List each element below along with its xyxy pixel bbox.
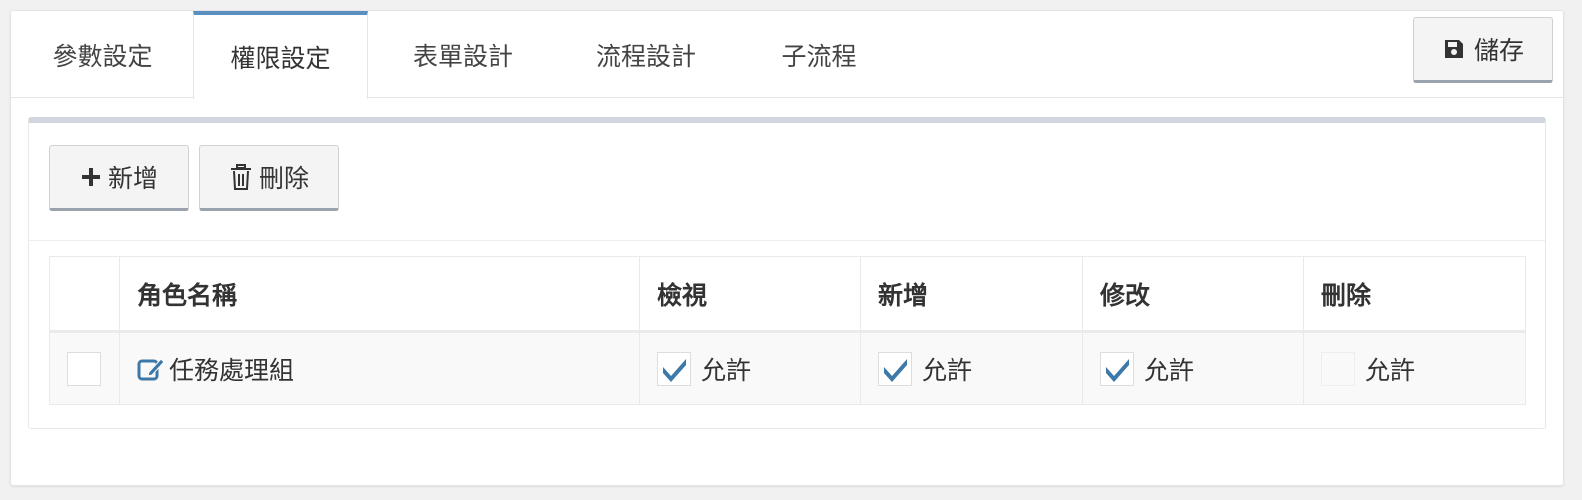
main-card: 參數設定 權限設定 表單設計 流程設計 子流程 儲存 新增 刪除 角色名稱 檢視…: [10, 10, 1564, 486]
edit-permission-checkbox[interactable]: [1100, 351, 1134, 386]
plus-icon: [80, 166, 102, 188]
trash-icon: [229, 164, 253, 190]
tab-label: 子流程: [781, 41, 857, 71]
column-header-role-name: 角色名稱: [119, 256, 640, 333]
save-label: 儲存: [1473, 36, 1524, 65]
view-permission-checkbox[interactable]: [657, 351, 691, 386]
delete-permission-checkbox[interactable]: [1321, 351, 1355, 386]
save-button[interactable]: 儲存: [1413, 17, 1553, 83]
table-header-row: 角色名稱 檢視 新增 修改 刪除: [49, 256, 1526, 333]
floppy-disk-icon: [1442, 37, 1466, 61]
tab-label: 表單設計: [412, 41, 513, 71]
edit-icon: [137, 356, 165, 382]
delete-permission-label: 允許: [1365, 355, 1416, 385]
row-select-cell: [49, 331, 120, 405]
add-permission-label: 允許: [922, 355, 973, 385]
add-permission-cell: 允許: [860, 331, 1083, 405]
edit-permission-label: 允許: [1144, 355, 1195, 385]
add-button[interactable]: 新增: [49, 145, 189, 211]
toolbar: 新增 刪除: [29, 123, 1545, 241]
checkmark-icon: [884, 358, 907, 382]
tab-subflow[interactable]: 子流程: [739, 11, 899, 98]
tab-label: 流程設計: [595, 41, 696, 71]
column-header-view: 檢視: [639, 256, 861, 333]
delete-button[interactable]: 刪除: [199, 145, 339, 211]
role-name: 任務處理組: [169, 355, 295, 385]
column-header-select: [49, 256, 120, 333]
add-label: 新增: [107, 164, 158, 193]
delete-label: 刪除: [258, 164, 309, 193]
view-permission-label: 允許: [701, 355, 752, 385]
tab-label: 權限設定: [230, 44, 331, 73]
column-header-add: 新增: [860, 256, 1083, 333]
role-edit-link[interactable]: 任務處理組: [137, 351, 639, 387]
delete-permission-cell: 允許: [1303, 331, 1526, 405]
tab-parameter-settings[interactable]: 參數設定: [11, 11, 194, 98]
role-name-cell: 任務處理組: [119, 331, 640, 405]
column-header-delete: 刪除: [1303, 256, 1526, 333]
checkmark-icon: [1106, 358, 1129, 382]
tab-flow-design[interactable]: 流程設計: [556, 11, 736, 98]
permission-panel: 新增 刪除 角色名稱 檢視 新增 修改 刪除 任務處理組 允許 允許 允許 允許: [28, 117, 1546, 429]
tab-permission-settings[interactable]: 權限設定: [193, 11, 368, 99]
tab-label: 參數設定: [52, 41, 153, 71]
add-permission-checkbox[interactable]: [878, 351, 912, 386]
tab-bar: 參數設定 權限設定 表單設計 流程設計 子流程 儲存: [11, 11, 1563, 99]
column-header-edit: 修改: [1082, 256, 1304, 333]
tab-form-design[interactable]: 表單設計: [373, 11, 553, 98]
permission-table: 角色名稱 檢視 新增 修改 刪除 任務處理組 允許 允許 允許 允許: [49, 256, 1526, 405]
table-row: 任務處理組 允許 允許 允許 允許: [49, 331, 1526, 405]
view-permission-cell: 允許: [639, 331, 861, 405]
edit-permission-cell: 允許: [1082, 331, 1304, 405]
row-select-checkbox[interactable]: [67, 351, 101, 386]
checkmark-icon: [663, 358, 686, 382]
